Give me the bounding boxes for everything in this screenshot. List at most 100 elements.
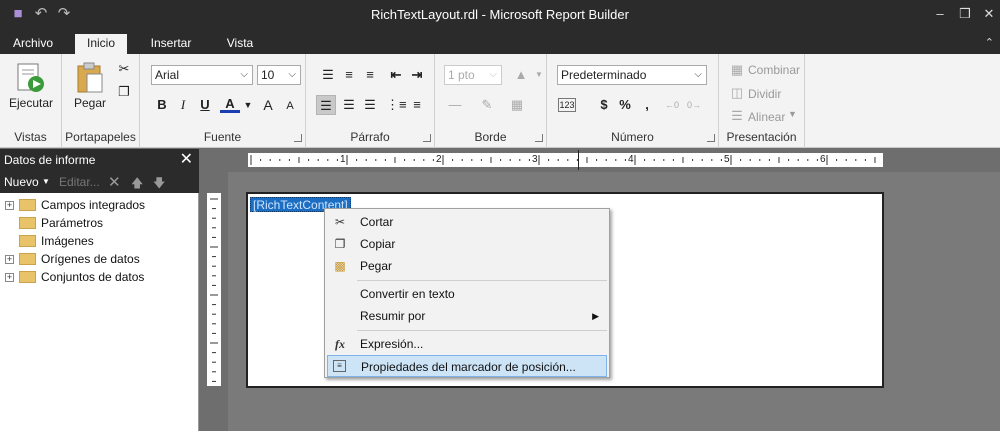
tab-vista[interactable]: Vista	[216, 34, 264, 54]
copy-icon: ❐	[334, 237, 346, 251]
group-vistas: Ejecutar Vistas	[0, 54, 62, 148]
font-color-button[interactable]: A	[220, 94, 240, 113]
percent-button[interactable]: %	[615, 95, 635, 115]
run-button[interactable]: Ejecutar	[6, 58, 56, 114]
currency-button[interactable]: $	[594, 95, 614, 115]
new-button[interactable]: Nuevo	[4, 175, 39, 189]
menu-item-label: Convertir en texto	[360, 287, 455, 301]
group-label: Vistas	[14, 130, 47, 144]
split-cells-icon[interactable]: ◫	[727, 83, 747, 103]
close-icon[interactable]: ✕	[982, 6, 996, 22]
menu-item-expression[interactable]: fx Expresión...	[327, 333, 607, 355]
comma-button[interactable]: ,	[637, 95, 657, 115]
menu-item-summarize-by[interactable]: Resumir por ▶	[327, 305, 607, 327]
increase-decimal-icon[interactable]: ←0	[662, 95, 682, 115]
align-top-icon[interactable]: ☰	[318, 65, 338, 85]
font-size-value: 10	[261, 68, 275, 82]
font-family-select[interactable]: Arial ⌵	[151, 65, 253, 85]
tree-item[interactable]: + Conjuntos de datos	[0, 268, 199, 286]
dialog-launcher-icon[interactable]	[423, 134, 431, 142]
menu-item-label: Pegar	[360, 259, 393, 273]
paste-button[interactable]: Pegar	[72, 58, 108, 114]
decrease-decimal-icon[interactable]: 0→	[684, 95, 704, 115]
decrease-indent-icon[interactable]: ⇤	[386, 65, 406, 85]
ruler-number: 5	[724, 153, 730, 167]
tree-item[interactable]: Parámetros	[0, 214, 199, 232]
cut-icon[interactable]: ✂	[114, 59, 134, 79]
chevron-down-icon[interactable]: ▼	[238, 95, 258, 115]
split-cells-button[interactable]: Dividir	[748, 87, 781, 101]
menu-item-placeholder-properties[interactable]: ≡ Propiedades del marcador de posición..…	[327, 355, 607, 377]
font-size-select[interactable]: 10 ⌵	[257, 65, 301, 85]
menu-separator	[357, 330, 607, 331]
align-middle-icon[interactable]: ≡	[339, 65, 359, 85]
align-left-icon[interactable]: ☰	[316, 95, 336, 115]
menu-item-label: Resumir por	[360, 309, 426, 323]
delete-icon[interactable]: ✕	[108, 173, 121, 191]
minimize-icon[interactable]: –	[933, 6, 947, 22]
tree-item[interactable]: Imágenes	[0, 232, 199, 250]
menu-item-paste[interactable]: ▩ Pegar	[327, 255, 607, 277]
placeholder-styles-icon[interactable]: 123	[558, 98, 576, 112]
menu-item-copy[interactable]: ❐ Copiar	[327, 233, 607, 255]
expand-icon[interactable]: +	[5, 201, 14, 210]
fill-color-icon[interactable]: ▲	[511, 65, 531, 85]
group-label: Fuente	[203, 130, 242, 144]
group-label: Párrafo	[350, 130, 390, 144]
menu-item-cut[interactable]: ✂ Cortar	[327, 211, 607, 233]
align-center-icon[interactable]: ☰	[339, 95, 359, 115]
merge-cells-button[interactable]: Combinar	[748, 63, 800, 77]
folder-icon	[19, 217, 36, 229]
border-width-select[interactable]: 1 pto ⌵	[444, 65, 502, 85]
tab-inicio[interactable]: Inicio	[75, 34, 127, 54]
borders-icon[interactable]: ▦	[507, 95, 527, 115]
close-icon[interactable]: ✕	[180, 149, 193, 171]
group-label: Número	[611, 130, 654, 144]
scissors-icon: ✂	[334, 215, 346, 229]
align-objects-icon[interactable]: ☰	[727, 106, 747, 126]
vertical-ruler	[207, 193, 221, 386]
tab-insertar[interactable]: Insertar	[142, 34, 200, 54]
italic-button[interactable]: I	[173, 95, 193, 115]
chevron-down-icon[interactable]: ▼	[42, 177, 50, 186]
move-up-icon[interactable]: 🡅	[131, 174, 143, 195]
tab-archivo[interactable]: Archivo	[4, 34, 62, 54]
chevron-down-icon[interactable]: ▼	[529, 65, 549, 85]
group-fuente: Arial ⌵ 10 ⌵ B I U A ▼ A A Fuente	[140, 54, 306, 148]
folder-icon	[19, 271, 36, 283]
dialog-launcher-icon[interactable]	[535, 134, 543, 142]
shrink-font-button[interactable]: A	[280, 96, 300, 116]
dialog-launcher-icon[interactable]	[294, 134, 302, 142]
grow-font-button[interactable]: A	[258, 95, 278, 115]
border-style-icon[interactable]: —	[445, 95, 465, 115]
copy-icon[interactable]: ❐	[114, 82, 134, 102]
expand-icon[interactable]: +	[5, 273, 14, 282]
tree-item[interactable]: + Orígenes de datos	[0, 250, 199, 268]
edit-button[interactable]: Editar...	[59, 175, 100, 189]
border-color-icon[interactable]: ✎	[477, 95, 497, 115]
panel-toolbar: Nuevo ▼ Editar... ✕ 🡅 🡇	[0, 171, 199, 193]
group-label: Presentación	[726, 130, 797, 144]
collapse-ribbon-icon[interactable]: ⌃	[985, 36, 994, 49]
number-format-value: Predeterminado	[561, 68, 647, 82]
increase-indent-icon[interactable]: ⇥	[407, 65, 427, 85]
ruler-number: 1	[340, 153, 346, 167]
number-format-select[interactable]: Predeterminado ⌵	[557, 65, 707, 85]
align-bottom-icon[interactable]: ≡	[360, 65, 380, 85]
expand-icon[interactable]: +	[5, 255, 14, 264]
properties-icon: ≡	[333, 360, 346, 372]
tree-item[interactable]: + Campos integrados	[0, 196, 199, 214]
underline-button[interactable]: U	[195, 95, 215, 115]
bold-button[interactable]: B	[152, 95, 172, 115]
bullet-list-icon[interactable]: ⋮≡	[386, 95, 407, 115]
move-down-icon[interactable]: 🡇	[153, 174, 165, 195]
numbered-list-icon[interactable]: ≡	[407, 95, 427, 115]
align-right-icon[interactable]: ☰	[360, 95, 380, 115]
merge-cells-icon[interactable]: ▦	[727, 60, 747, 80]
dialog-launcher-icon[interactable]	[707, 134, 715, 142]
restore-icon[interactable]: ❒	[958, 6, 972, 22]
menu-item-convert-to-text[interactable]: Convertir en texto	[327, 283, 607, 305]
align-button[interactable]: Alinear	[748, 110, 785, 124]
menu-item-label: Cortar	[360, 215, 394, 229]
chevron-down-icon[interactable]: ▼	[788, 109, 797, 119]
